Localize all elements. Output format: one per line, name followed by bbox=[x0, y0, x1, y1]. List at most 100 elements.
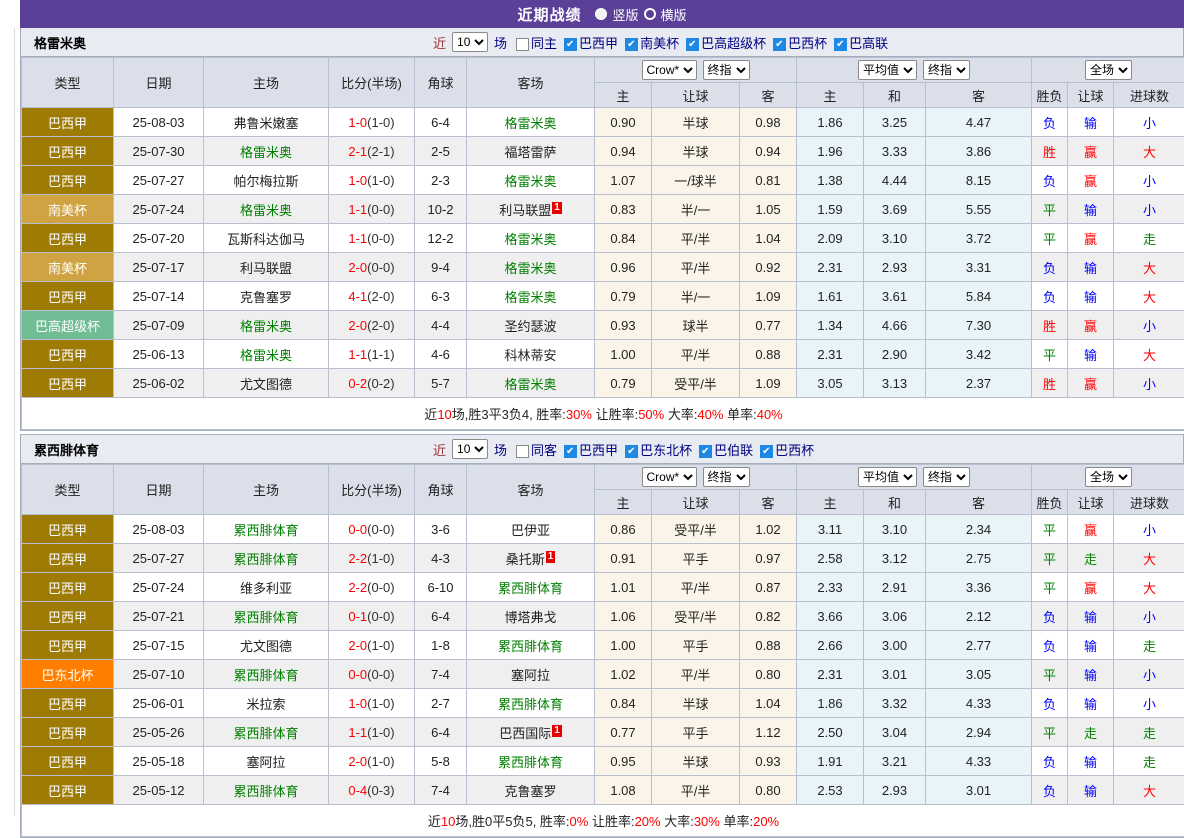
away-team-cell[interactable]: 格雷米奥 bbox=[467, 224, 595, 253]
home-team-cell[interactable]: 米拉索 bbox=[204, 689, 329, 718]
away-team-cell[interactable]: 格雷米奥 bbox=[467, 282, 595, 311]
score-cell: 1-0(1-0) bbox=[329, 108, 415, 137]
full-time-score: 4-1 bbox=[348, 289, 367, 304]
recent-count-select[interactable]: 10 bbox=[452, 32, 488, 52]
home-team-cell[interactable]: 克鲁塞罗 bbox=[204, 282, 329, 311]
away-team-cell[interactable]: 格雷米奥 bbox=[467, 166, 595, 195]
corner-cell: 2-7 bbox=[415, 689, 467, 718]
home-team-cell[interactable]: 格雷米奥 bbox=[204, 340, 329, 369]
home-team-cell[interactable]: 尤文图德 bbox=[204, 631, 329, 660]
league-4-checkbox[interactable] bbox=[834, 38, 847, 51]
scope-select[interactable]: 全场 bbox=[1085, 60, 1132, 80]
handicap-cell: 平/半 bbox=[652, 573, 740, 602]
odds-home-cell: 0.96 bbox=[595, 253, 652, 282]
away-team-cell[interactable]: 累西腓体育 bbox=[467, 747, 595, 776]
away-team-name: 桑托斯 bbox=[506, 552, 545, 567]
handicap-cell: 半球 bbox=[652, 747, 740, 776]
column-header-1: 日期 bbox=[114, 465, 204, 515]
same-venue-checkbox[interactable] bbox=[516, 38, 529, 51]
home-team-cell[interactable]: 累西腓体育 bbox=[204, 515, 329, 544]
away-team-cell[interactable]: 累西腓体育 bbox=[467, 631, 595, 660]
home-team-cell[interactable]: 格雷米奥 bbox=[204, 195, 329, 224]
home-team-cell[interactable]: 格雷米奥 bbox=[204, 311, 329, 340]
score-cell: 1-1(0-0) bbox=[329, 224, 415, 253]
league-3-checkbox[interactable] bbox=[773, 38, 786, 51]
home-team-cell[interactable]: 格雷米奥 bbox=[204, 137, 329, 166]
league-2-checkbox[interactable] bbox=[699, 445, 712, 458]
bookmaker-period-select[interactable]: 终指 bbox=[703, 60, 750, 80]
bookmaker-odds-header: Crow* 终指 bbox=[595, 465, 797, 490]
scope-select[interactable]: 全场 bbox=[1085, 467, 1132, 487]
corner-cell: 6-10 bbox=[415, 573, 467, 602]
home-team-cell[interactable]: 弗鲁米嫩塞 bbox=[204, 108, 329, 137]
bookmaker-select[interactable]: Crow* bbox=[642, 60, 697, 80]
league-2-checkbox[interactable] bbox=[686, 38, 699, 51]
away-team-cell[interactable]: 桑托斯1 bbox=[467, 544, 595, 573]
date-cell: 25-06-01 bbox=[114, 689, 204, 718]
away-team-cell[interactable]: 格雷米奥 bbox=[467, 108, 595, 137]
home-team-cell[interactable]: 累西腓体育 bbox=[204, 718, 329, 747]
away-team-cell[interactable]: 圣约瑟波 bbox=[467, 311, 595, 340]
bookmaker-select[interactable]: Crow* bbox=[642, 467, 697, 487]
away-team-cell[interactable]: 巴伊亚 bbox=[467, 515, 595, 544]
league-1-checkbox[interactable] bbox=[625, 38, 638, 51]
same-venue-checkbox[interactable] bbox=[516, 445, 529, 458]
avg-home-cell: 3.11 bbox=[797, 515, 864, 544]
handicap-cell: 平手 bbox=[652, 544, 740, 573]
away-team-cell[interactable]: 累西腓体育 bbox=[467, 689, 595, 718]
away-team-cell[interactable]: 塞阿拉 bbox=[467, 660, 595, 689]
table-row: 巴西甲25-07-15尤文图德2-0(1-0)1-8累西腓体育1.00平手0.8… bbox=[22, 631, 1184, 660]
full-time-score: 0-1 bbox=[348, 609, 367, 624]
league-3-checkbox[interactable] bbox=[760, 445, 773, 458]
matches-table: 类型日期主场比分(半场)角球客场Crow*终指平均值终指全场主让球客主和客胜负让… bbox=[21, 57, 1184, 430]
odds-away-cell: 0.92 bbox=[740, 253, 797, 282]
average-period-select[interactable]: 终指 bbox=[923, 467, 970, 487]
home-team-cell[interactable]: 塞阿拉 bbox=[204, 747, 329, 776]
home-team-cell[interactable]: 瓦斯科达伽马 bbox=[204, 224, 329, 253]
league-0-checkbox[interactable] bbox=[564, 445, 577, 458]
corner-cell: 3-6 bbox=[415, 515, 467, 544]
goals-result-cell: 小 bbox=[1114, 195, 1184, 224]
average-select[interactable]: 平均值 bbox=[858, 60, 917, 80]
view-mode-radio-0[interactable] bbox=[595, 8, 607, 20]
goals-result-cell: 小 bbox=[1114, 660, 1184, 689]
avg-draw-cell: 3.13 bbox=[864, 369, 926, 398]
away-team-cell[interactable]: 福塔雷萨 bbox=[467, 137, 595, 166]
home-team-cell[interactable]: 累西腓体育 bbox=[204, 544, 329, 573]
full-time-score: 2-1 bbox=[348, 144, 367, 159]
home-team-cell[interactable]: 尤文图德 bbox=[204, 369, 329, 398]
home-team-cell[interactable]: 累西腓体育 bbox=[204, 660, 329, 689]
handicap-cell: 平/半 bbox=[652, 660, 740, 689]
average-period-select[interactable]: 终指 bbox=[923, 60, 970, 80]
column-header-5: 客场 bbox=[467, 465, 595, 515]
handicap-result-cell: 赢 bbox=[1068, 311, 1114, 340]
bookmaker-period-select[interactable]: 终指 bbox=[703, 467, 750, 487]
recent-count-select[interactable]: 10 bbox=[452, 439, 488, 459]
home-team-cell[interactable]: 维多利亚 bbox=[204, 573, 329, 602]
half-time-score: (0-0) bbox=[367, 667, 394, 682]
view-mode-label-1: 横版 bbox=[661, 5, 687, 24]
type-cell: 巴东北杯 bbox=[22, 660, 114, 689]
home-team-name: 维多利亚 bbox=[240, 581, 292, 596]
away-team-cell[interactable]: 格雷米奥 bbox=[467, 369, 595, 398]
odds-home-cell: 0.84 bbox=[595, 689, 652, 718]
corner-cell: 6-4 bbox=[415, 602, 467, 631]
corner-cell: 7-4 bbox=[415, 660, 467, 689]
away-team-cell[interactable]: 利马联盟1 bbox=[467, 195, 595, 224]
avg-draw-cell: 3.00 bbox=[864, 631, 926, 660]
view-mode-radio-1[interactable] bbox=[644, 8, 656, 20]
home-team-cell[interactable]: 累西腓体育 bbox=[204, 776, 329, 805]
away-team-cell[interactable]: 克鲁塞罗 bbox=[467, 776, 595, 805]
avg-home-cell: 1.86 bbox=[797, 689, 864, 718]
home-team-cell[interactable]: 利马联盟 bbox=[204, 253, 329, 282]
away-team-cell[interactable]: 格雷米奥 bbox=[467, 253, 595, 282]
away-team-cell[interactable]: 累西腓体育 bbox=[467, 573, 595, 602]
home-team-cell[interactable]: 累西腓体育 bbox=[204, 602, 329, 631]
away-team-cell[interactable]: 巴西国际1 bbox=[467, 718, 595, 747]
average-select[interactable]: 平均值 bbox=[858, 467, 917, 487]
home-team-cell[interactable]: 帕尔梅拉斯 bbox=[204, 166, 329, 195]
away-team-cell[interactable]: 博塔弗戈 bbox=[467, 602, 595, 631]
league-0-checkbox[interactable] bbox=[564, 38, 577, 51]
league-1-checkbox[interactable] bbox=[625, 445, 638, 458]
away-team-cell[interactable]: 科林蒂安 bbox=[467, 340, 595, 369]
